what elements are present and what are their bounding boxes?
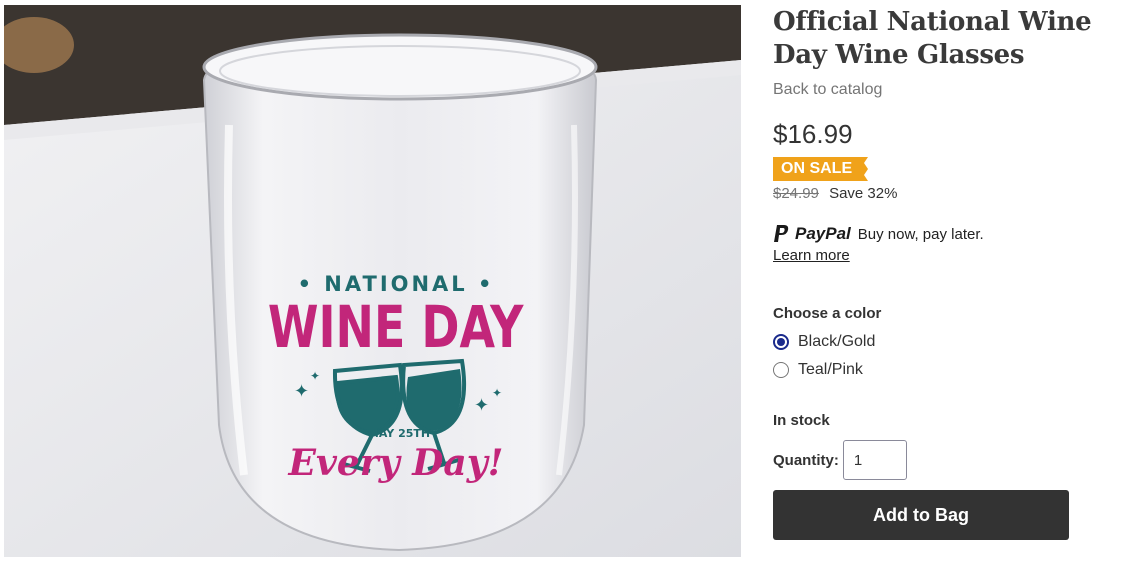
paypal-logo: PayPal [773, 224, 851, 244]
svg-text:✦: ✦ [492, 386, 502, 400]
quantity-row: Quantity: [773, 440, 1139, 480]
paypal-tagline: Buy now, pay later. [857, 225, 984, 243]
svg-text:✦: ✦ [294, 381, 309, 402]
paypal-brand-text: PayPal [795, 224, 851, 243]
radio-black-gold[interactable] [773, 334, 789, 350]
quantity-input[interactable] [842, 440, 907, 480]
learn-more-link[interactable]: Learn more [773, 247, 850, 264]
on-sale-badge-label: ON SALE [781, 160, 853, 177]
print-every-day: Every Day! [288, 442, 504, 484]
price-compare-row: $24.99 Save 32% [773, 185, 1139, 202]
color-option-black-gold[interactable]: Black/Gold [773, 333, 1139, 351]
color-selector-label: Choose a color [773, 305, 882, 322]
sale-price: $16.99 [773, 119, 853, 149]
print-wine-day: WINE DAY [268, 293, 525, 361]
back-to-catalog-link[interactable]: Back to catalog [773, 81, 882, 99]
add-to-bag-button[interactable]: Add to Bag [773, 490, 1069, 540]
radio-teal-pink[interactable] [773, 362, 789, 378]
paypal-icon [774, 225, 789, 242]
product-info-panel: Official National Wine Day Wine Glasses … [773, 0, 1139, 540]
product-image[interactable]: • NATIONAL • WINE DAY ✦ ✦ ✦ ✦ MAY 25TH E… [4, 5, 741, 557]
print-date: MAY 25TH [368, 427, 430, 440]
svg-text:✦: ✦ [474, 395, 489, 416]
color-option-teal-pink[interactable]: Teal/Pink [773, 361, 1139, 379]
product-title: Official National Wine Day Wine Glasses [773, 7, 1092, 70]
badge-notch [860, 157, 869, 181]
paypal-message: PayPal Buy now, pay later. [773, 224, 1139, 244]
savings-text: Save 32% [829, 185, 898, 202]
color-option-label: Black/Gold [798, 333, 876, 350]
on-sale-badge: ON SALE [773, 157, 869, 181]
original-price: $24.99 [773, 185, 819, 202]
quantity-label: Quantity: [773, 451, 839, 469]
stock-status: In stock [773, 412, 830, 429]
svg-text:✦: ✦ [310, 369, 320, 383]
color-option-label: Teal/Pink [798, 361, 863, 378]
